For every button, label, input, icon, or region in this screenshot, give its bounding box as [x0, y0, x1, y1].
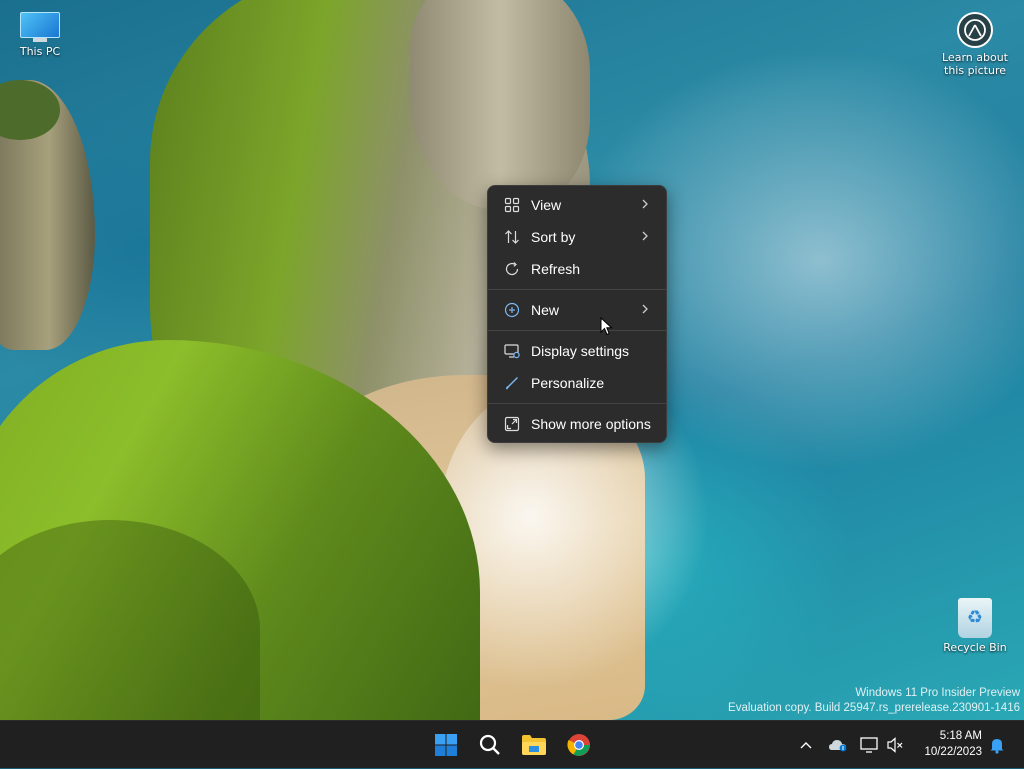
expand-icon	[503, 415, 521, 433]
sort-icon	[503, 228, 521, 246]
file-explorer-icon	[522, 735, 546, 755]
menu-separator	[488, 289, 666, 290]
display-settings-icon	[503, 342, 521, 360]
menu-item-show-more-options[interactable]: Show more options	[493, 409, 661, 439]
desktop-context-menu: View Sort by Refresh New Display setting…	[487, 185, 667, 443]
menu-item-new[interactable]: New	[493, 295, 661, 325]
chevron-up-icon	[800, 742, 812, 749]
taskbar: 5:18 AM 10/22/2023	[0, 720, 1024, 768]
menu-item-refresh-label: Refresh	[531, 261, 581, 277]
recycle-bin-shortcut[interactable]: Recycle Bin	[935, 598, 1015, 654]
clock-time: 5:18 AM	[939, 730, 982, 742]
search-icon	[479, 734, 500, 755]
show-hidden-icons-button[interactable]	[796, 721, 816, 769]
recycle-bin-icon	[958, 598, 992, 638]
chevron-right-icon	[642, 231, 648, 241]
watermark-line2: Evaluation copy. Build 25947.rs_prerelea…	[728, 702, 1020, 714]
menu-item-sort-by[interactable]: Sort by	[493, 222, 661, 252]
this-pc-label: This PC	[19, 45, 61, 58]
menu-item-personalize-label: Personalize	[531, 375, 605, 391]
menu-item-view-label: View	[531, 197, 562, 213]
menu-item-refresh[interactable]: Refresh	[493, 254, 661, 284]
grid-icon	[503, 196, 521, 214]
menu-item-sort-by-label: Sort by	[531, 229, 576, 245]
this-pc-shortcut[interactable]: This PC	[0, 12, 80, 58]
volume-tray-button[interactable]	[884, 721, 906, 769]
volume-muted-icon	[887, 737, 903, 753]
watermark-line1: Windows 11 Pro Insider Preview	[855, 687, 1020, 699]
learn-label-line1: Learn about	[942, 51, 1008, 64]
mouse-cursor-icon	[600, 317, 613, 336]
menu-separator	[488, 330, 666, 331]
bell-icon	[990, 739, 1004, 754]
learn-about-picture-shortcut[interactable]: Learn about this picture	[935, 12, 1015, 77]
onedrive-tray-button[interactable]	[826, 721, 850, 769]
build-watermark: Windows 11 Pro Insider Preview Evaluatio…	[728, 686, 1020, 716]
network-tray-button[interactable]	[858, 721, 880, 769]
onedrive-icon	[829, 740, 847, 752]
menu-item-display-settings[interactable]: Display settings	[493, 336, 661, 366]
learn-label-line2: this picture	[944, 64, 1006, 77]
start-icon	[435, 734, 457, 756]
notification-center-button[interactable]	[986, 721, 1008, 769]
menu-separator	[488, 403, 666, 404]
computer-icon	[20, 12, 60, 42]
chrome-button[interactable]	[561, 727, 597, 763]
refresh-icon	[503, 260, 521, 278]
search-button[interactable]	[472, 727, 508, 763]
plus-circle-icon	[503, 301, 521, 319]
menu-item-personalize[interactable]: Personalize	[493, 368, 661, 398]
chevron-right-icon	[642, 199, 648, 209]
menu-item-view[interactable]: View	[493, 190, 661, 220]
chrome-icon	[567, 734, 590, 756]
start-button[interactable]	[428, 727, 464, 763]
menu-item-display-settings-label: Display settings	[531, 343, 630, 359]
network-icon	[860, 737, 878, 753]
camera-info-icon	[957, 12, 993, 48]
chevron-right-icon	[642, 304, 648, 314]
brush-icon	[503, 374, 521, 392]
recycle-bin-label: Recycle Bin	[943, 641, 1007, 654]
taskbar-clock[interactable]: 5:18 AM 10/22/2023	[924, 728, 982, 760]
menu-item-new-label: New	[531, 302, 560, 318]
file-explorer-button[interactable]	[516, 727, 552, 763]
menu-item-show-more-options-label: Show more options	[531, 416, 651, 432]
clock-date: 10/22/2023	[924, 746, 982, 758]
